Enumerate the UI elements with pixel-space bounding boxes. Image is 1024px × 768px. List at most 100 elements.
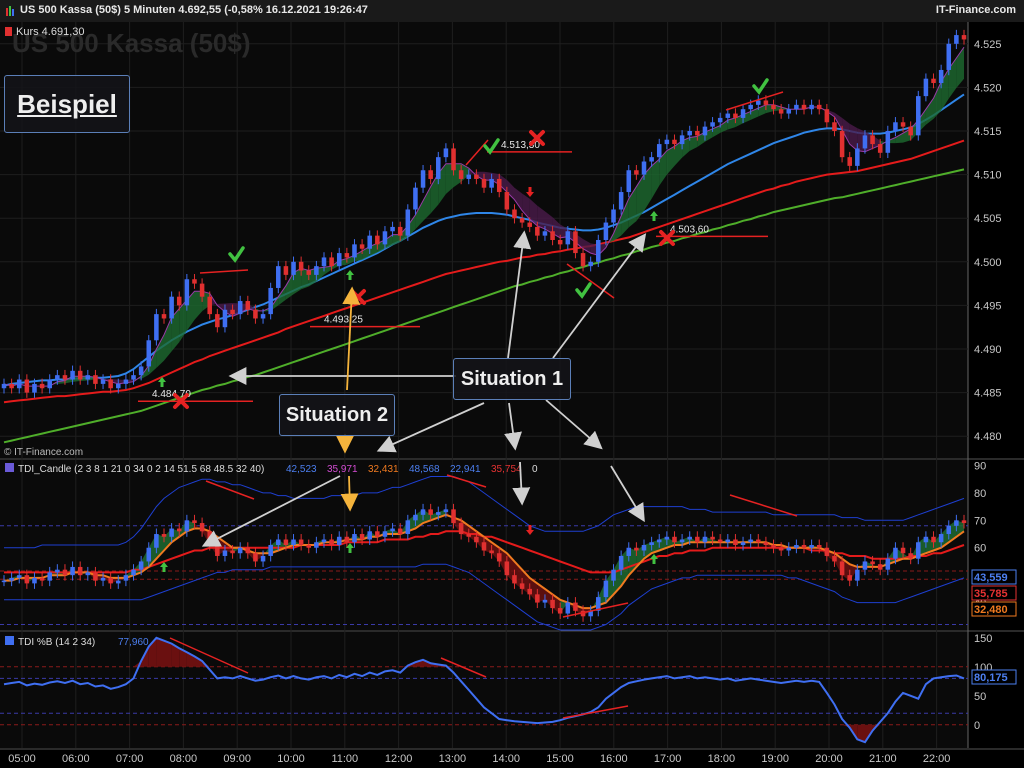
candle-body: [268, 287, 273, 315]
x-tick-label: 12:00: [385, 753, 413, 765]
tdi-candle-body: [573, 602, 578, 611]
candle-body: [451, 148, 456, 171]
candle-body: [885, 131, 891, 153]
tdi-candle-body: [786, 547, 792, 551]
situation2-box: Situation 2: [279, 394, 395, 436]
candle-body: [93, 375, 98, 384]
candle-body: [656, 144, 662, 158]
candle-body: [436, 157, 441, 179]
x-tick-label: 19:00: [761, 753, 789, 765]
tdi-candle-body: [771, 545, 776, 548]
candle-body: [740, 109, 746, 118]
candle-body: [62, 375, 68, 380]
candle-body: [405, 209, 411, 236]
tdi-candle-body: [215, 545, 220, 556]
x-tick-label: 08:00: [170, 753, 198, 765]
tdi-candle-body: [184, 520, 190, 532]
level-label: 4.493,25: [324, 315, 363, 326]
candle-body: [359, 244, 365, 249]
tdi-candle-body: [352, 534, 357, 543]
tdi-candle-body: [474, 536, 479, 543]
candle-body: [215, 314, 220, 328]
candle-body: [649, 157, 654, 162]
tdi-candle-body: [916, 542, 921, 559]
y-tick-label: 4.490: [974, 344, 1002, 356]
tdi-tick-label: 60: [974, 543, 986, 555]
annotation-arrow-orange: [340, 475, 359, 512]
candle-body: [573, 231, 578, 254]
tdi-candle-body: [908, 553, 913, 559]
b-tick-label: 0: [974, 720, 980, 732]
candle-body: [199, 283, 205, 297]
tdi-candle-body: [550, 599, 555, 609]
tdi-candle-body: [413, 514, 418, 521]
tdi-b-label: TDI %B (14 2 34): [18, 637, 95, 648]
tdi-candle-body: [39, 577, 45, 581]
candle-body: [123, 379, 129, 384]
tdi-candle-body: [466, 534, 472, 537]
y-tick-label: 4.500: [974, 257, 1002, 269]
beispiel-box: Beispiel: [4, 75, 130, 133]
candle-body: [443, 148, 449, 158]
tdi-candle-body: [451, 509, 456, 524]
candle-body: [679, 135, 685, 145]
tdi-candle-body: [93, 572, 98, 581]
candle-body: [535, 226, 540, 236]
candle-body: [77, 370, 83, 380]
tdi-candle-body: [222, 550, 228, 556]
candle-body: [413, 187, 418, 210]
tdi-candle-body: [1, 580, 7, 583]
tdi-candle-body: [824, 547, 830, 556]
candle-body: [839, 131, 845, 158]
candle-body: [336, 253, 342, 267]
candle-body: [237, 301, 243, 315]
candle-body: [961, 35, 967, 40]
tdi-candle-body: [375, 531, 380, 537]
candle-body: [100, 379, 106, 384]
tdi-candle-body: [656, 539, 662, 543]
candle-body: [298, 261, 304, 271]
tdi-candle-body: [557, 608, 563, 614]
candle-body: [908, 126, 913, 136]
tdi-candle-body: [756, 539, 761, 543]
b-overbought-fill: [156, 637, 164, 667]
candle-body: [771, 104, 776, 110]
candle-body: [900, 122, 906, 127]
candle-body: [710, 122, 715, 127]
candle-body: [542, 231, 548, 236]
tdi-candle-body: [268, 545, 273, 556]
tdi-candle-body: [298, 539, 304, 545]
candle-body: [55, 375, 60, 380]
candle-body: [375, 235, 380, 245]
y-tick-label: 4.520: [974, 82, 1002, 94]
candle-body: [816, 104, 822, 110]
candle-body: [466, 174, 472, 179]
x-tick-label: 18:00: [708, 753, 736, 765]
tdi-candle-body: [253, 553, 258, 562]
tdi-candle-body: [778, 547, 784, 551]
tdi-candle-body: [291, 539, 296, 545]
tdi-candle-body: [672, 536, 677, 543]
tdi-candle-body: [176, 528, 182, 532]
candle-body: [496, 178, 502, 193]
tdi-tick-label: 80: [974, 488, 986, 500]
tdi-candle-body: [801, 545, 807, 548]
y-tick-label: 4.495: [974, 300, 1002, 312]
candle-body: [596, 240, 601, 262]
candle-body: [756, 100, 761, 105]
tdi-candle-body: [695, 536, 700, 543]
candle-body: [458, 170, 464, 179]
legend-kurs: Kurs 4.691,30: [16, 26, 85, 38]
candle-body: [611, 209, 616, 223]
candle-body: [931, 78, 936, 84]
candle-body: [938, 69, 944, 84]
candle-body: [207, 296, 212, 315]
candle-body: [161, 314, 167, 319]
candle-body: [222, 309, 228, 328]
x-tick-label: 09:00: [223, 753, 251, 765]
tdi-candle-body: [397, 528, 403, 535]
tdi-candle-body: [85, 572, 91, 576]
x-tick-label: 05:00: [8, 753, 36, 765]
tdi-candle-body: [535, 594, 540, 603]
candle-body: [824, 109, 830, 123]
